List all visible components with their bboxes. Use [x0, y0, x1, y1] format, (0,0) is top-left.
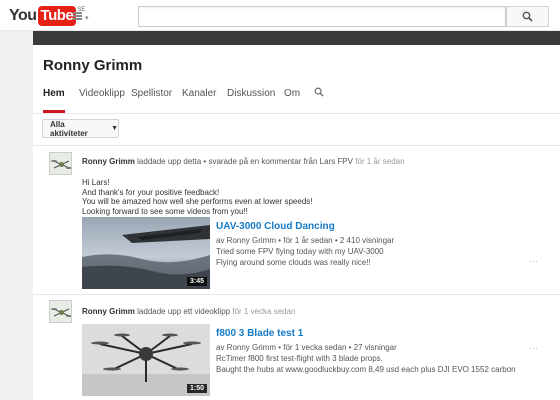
activity-feed: Alla aktiviteter ▼ Ronny Grimm laddade u… — [33, 113, 560, 400]
search-button[interactable] — [506, 6, 549, 27]
activity-author-link[interactable]: Ronny Grimm — [82, 307, 135, 316]
activity-author-link[interactable]: Ronny Grimm — [82, 157, 135, 166]
more-actions-button[interactable]: ... — [529, 342, 539, 351]
tab-home[interactable]: Hem — [43, 88, 65, 113]
description-line: RcTimer f800 first test-flight with 3 bl… — [216, 354, 383, 363]
activity-headline: Ronny Grimm laddade upp ett videoklipp f… — [82, 307, 296, 316]
video-description: Tried some FPV flying today with my UAV-… — [216, 246, 384, 268]
activity-time: för 1 år sedan — [355, 157, 405, 166]
guide-menu-button[interactable]: ▾ — [73, 10, 91, 22]
channel-banner — [33, 31, 560, 45]
more-actions-button[interactable]: ... — [529, 255, 539, 264]
divider — [33, 145, 560, 146]
video-meta: av Ronny Grimm • för 1 vecka sedan • 27 … — [216, 343, 397, 352]
avatar-drone-icon — [50, 301, 71, 322]
chevron-down-icon: ▾ — [85, 15, 89, 22]
channel-header: Ronny Grimm Hem Videoklipp Spellistor Ka… — [33, 31, 560, 113]
chevron-down-icon: ▼ — [111, 125, 118, 132]
activity-action: laddade upp detta • svarade på en kommen… — [137, 157, 353, 166]
tab-videos[interactable]: Videoklipp — [79, 88, 125, 113]
divider — [33, 294, 560, 295]
activity-action: laddade upp ett videoklipp — [137, 307, 231, 316]
comment-line: Looking forward to see some videos from … — [82, 206, 248, 216]
tab-channels[interactable]: Kanaler — [182, 88, 216, 113]
search-icon — [314, 87, 324, 97]
channel-tabs: Hem Videoklipp Spellistor Kanaler Diskus… — [33, 87, 560, 113]
video-thumbnail[interactable]: 1:50 — [82, 324, 210, 396]
avatar[interactable] — [49, 152, 72, 175]
masthead: You Tube SE ▾ — [0, 0, 560, 31]
video-description: RcTimer f800 first test-flight with 3 bl… — [216, 353, 516, 375]
comment-line: Hi Lars! — [82, 178, 110, 187]
search-icon — [522, 11, 533, 22]
tab-playlists[interactable]: Spellistor — [131, 88, 172, 113]
activity-filter-label: Alla aktiviteter — [50, 119, 88, 138]
description-line: Baught the hubs at www.goodluckbuy.com 8… — [216, 365, 516, 374]
logo-you: You — [9, 6, 37, 24]
activity-comment: Hi Lars! And thank's for your positive f… — [82, 178, 313, 216]
logo-tube: Tube — [37, 5, 77, 26]
tab-about[interactable]: Om — [284, 88, 300, 113]
video-duration: 1:50 — [186, 384, 207, 393]
video-thumbnail[interactable]: 3:45 — [82, 217, 210, 289]
activity-filter-dropdown[interactable]: Alla aktiviteter ▼ — [42, 119, 119, 138]
activity-time: för 1 vecka sedan — [232, 307, 296, 316]
search-input[interactable] — [138, 6, 506, 27]
description-line: Tried some FPV flying today with my UAV-… — [216, 247, 384, 256]
description-line: Flying around some clouds was really nic… — [216, 258, 371, 267]
tab-discussion[interactable]: Diskussion — [227, 88, 275, 113]
activity-headline: Ronny Grimm laddade upp detta • svarade … — [82, 157, 405, 166]
channel-search-button[interactable] — [314, 87, 324, 100]
video-meta: av Ronny Grimm • för 1 år sedan • 2 410 … — [216, 236, 395, 245]
avatar[interactable] — [49, 300, 72, 323]
avatar-drone-icon — [50, 153, 71, 174]
video-duration: 3:45 — [186, 277, 207, 286]
comment-line: You will be amazed how well she performs… — [82, 197, 313, 207]
comment-line: And thank's for your positive feedback! — [82, 187, 220, 197]
video-title-link[interactable]: UAV-3000 Cloud Dancing — [216, 221, 335, 232]
video-title-link[interactable]: f800 3 Blade test 1 — [216, 328, 303, 339]
channel-title: Ronny Grimm — [43, 57, 143, 74]
